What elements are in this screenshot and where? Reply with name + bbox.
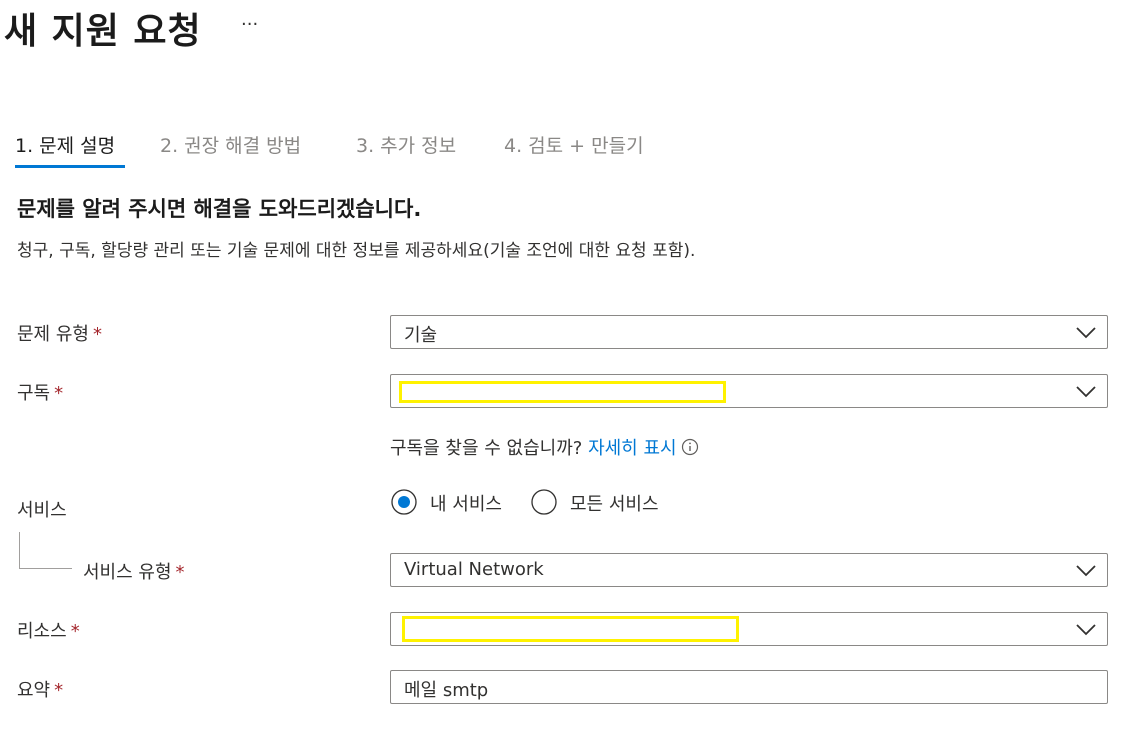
issue-type-dropdown[interactable]: 기술: [390, 315, 1108, 349]
redaction-box: [399, 381, 726, 403]
chevron-down-icon: [1076, 624, 1096, 636]
info-icon[interactable]: [681, 438, 699, 456]
issue-type-label-text: 문제 유형: [17, 324, 89, 345]
required-mark: *: [54, 680, 64, 701]
tree-connector: [19, 532, 72, 569]
summary-label-text: 요약: [17, 680, 51, 701]
summary-input[interactable]: 메일 smtp: [390, 670, 1108, 704]
tab-review-create[interactable]: 4. 검토 + 만들기: [504, 131, 644, 158]
subscription-dropdown[interactable]: [390, 374, 1108, 408]
active-tab-indicator: [15, 165, 125, 168]
page-title: 새 지원 요청: [4, 11, 202, 52]
subscription-label: 구독 *: [17, 379, 63, 405]
resource-label: 리소스 *: [17, 617, 80, 643]
summary-value: 메일 smtp: [404, 680, 489, 701]
summary-label: 요약 *: [17, 676, 63, 702]
radio-unselected-icon: [531, 489, 557, 515]
show-more-link[interactable]: 자세히 표시: [588, 438, 677, 459]
radio-all-services-label: 모든 서비스: [570, 494, 659, 515]
section-description: 청구, 구독, 할당량 관리 또는 기술 문제에 대한 정보를 제공하세요(기술…: [17, 241, 696, 261]
tab-problem-description[interactable]: 1. 문제 설명: [15, 131, 115, 158]
tab-recommended-solution[interactable]: 2. 권장 해결 방법: [160, 131, 301, 158]
more-options-button[interactable]: ...: [241, 11, 258, 29]
required-mark: *: [92, 324, 102, 345]
required-mark: *: [175, 562, 185, 583]
radio-my-services-label: 내 서비스: [430, 494, 502, 515]
service-type-dropdown[interactable]: Virtual Network: [390, 553, 1108, 587]
issue-type-label: 문제 유형 *: [17, 320, 102, 346]
required-mark: *: [54, 383, 64, 404]
redaction-box: [402, 616, 739, 642]
chevron-down-icon: [1076, 327, 1096, 339]
issue-type-value: 기술: [404, 325, 438, 346]
chevron-down-icon: [1076, 386, 1096, 398]
tab-additional-details[interactable]: 3. 추가 정보: [356, 131, 456, 158]
chevron-down-icon: [1076, 565, 1096, 577]
subscription-hint: 구독을 찾을 수 없습니까? 자세히 표시: [390, 434, 699, 460]
service-type-label-text: 서비스 유형: [83, 562, 172, 583]
service-label: 서비스: [17, 500, 67, 521]
subscription-label-text: 구독: [17, 383, 51, 404]
section-heading: 문제를 알려 주시면 해결을 도와드리겠습니다.: [17, 197, 422, 221]
subscription-hint-text: 구독을 찾을 수 없습니까?: [390, 438, 583, 459]
service-type-value: Virtual Network: [404, 559, 544, 580]
required-mark: *: [70, 621, 80, 642]
resource-label-text: 리소스: [17, 621, 67, 642]
service-type-label: 서비스 유형 *: [83, 558, 185, 584]
resource-dropdown[interactable]: [390, 612, 1108, 646]
radio-selected-icon: [391, 489, 417, 515]
